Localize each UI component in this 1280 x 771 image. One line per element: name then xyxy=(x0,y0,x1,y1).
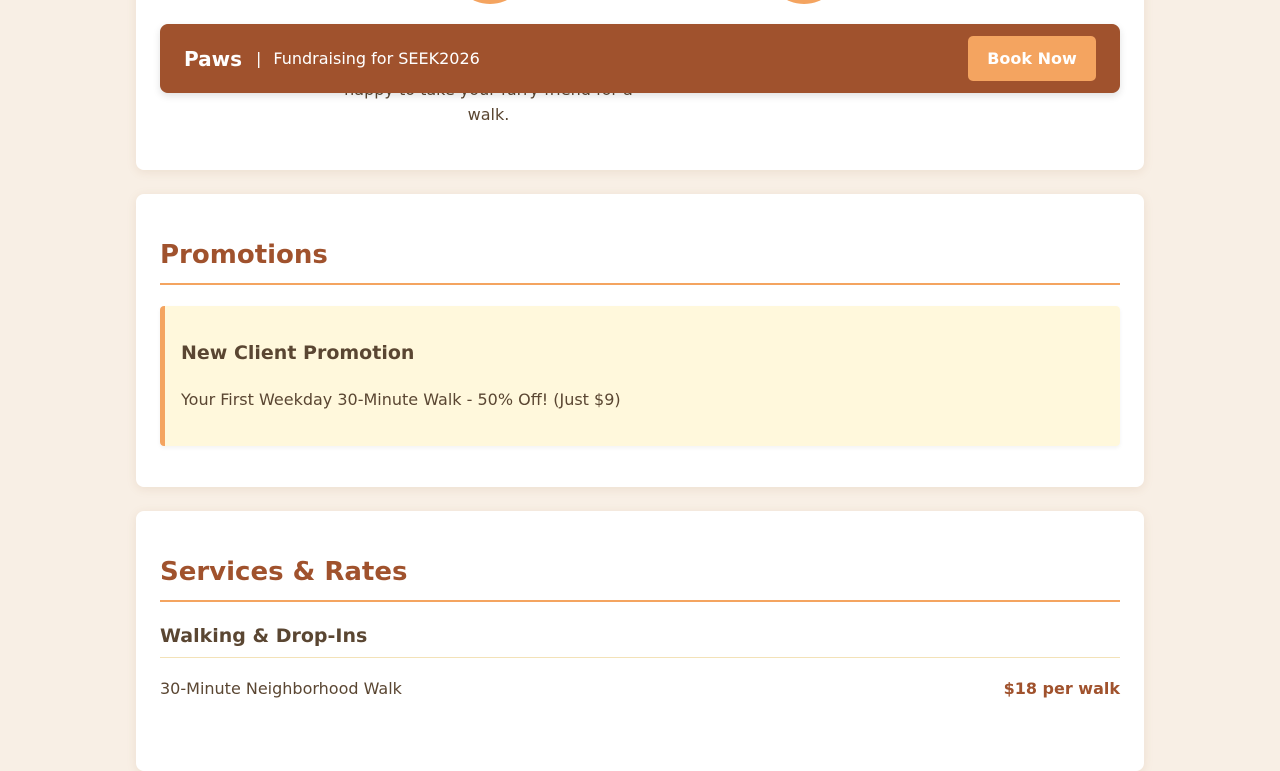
promotion-text: Your First Weekday 30-Minute Walk - 50% … xyxy=(181,390,621,409)
section-divider xyxy=(160,600,1120,602)
book-now-button[interactable]: Book Now xyxy=(968,36,1096,81)
header-tagline: Fundraising for SEEK2026 xyxy=(273,49,480,68)
services-section: Services & Rates Walking & Drop-Ins 30-M… xyxy=(136,511,1144,771)
service-group-title: Walking & Drop-Ins xyxy=(160,625,368,647)
service-name: 30-Minute Neighborhood Walk xyxy=(160,679,402,698)
promotions-section: Promotions New Client Promotion Your Fir… xyxy=(136,194,1144,487)
site-header: Paws | Fundraising for SEEK2026 Book Now xyxy=(160,24,1120,93)
service-row: 30-Minute Neighborhood Walk $18 per walk xyxy=(160,679,1120,698)
section-divider xyxy=(160,283,1120,285)
promotion-title: New Client Promotion xyxy=(181,342,415,364)
brand-name[interactable]: Paws xyxy=(184,47,242,71)
service-price: $18 per walk xyxy=(1003,679,1120,698)
group-divider xyxy=(160,657,1120,658)
header-separator: | xyxy=(256,49,262,68)
section-title: Services & Rates xyxy=(160,557,408,587)
walker-avatar xyxy=(452,0,528,4)
section-title: Promotions xyxy=(160,240,328,270)
promotion-box: New Client Promotion Your First Weekday … xyxy=(160,306,1120,446)
walker-avatar xyxy=(766,0,842,4)
